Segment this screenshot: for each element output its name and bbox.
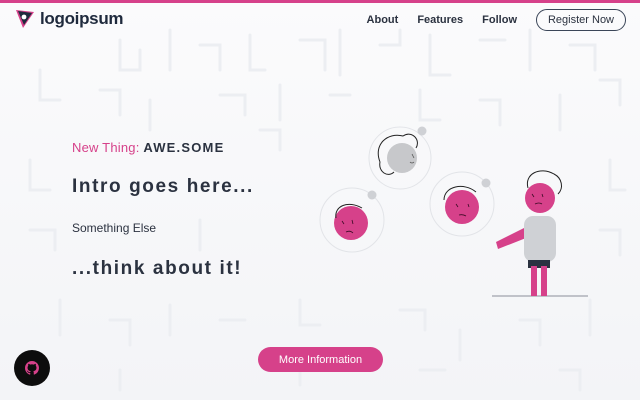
- nav-link-follow[interactable]: Follow: [482, 14, 517, 26]
- hero-illustration: [319, 126, 588, 297]
- main-nav: About Features Follow Register Now: [367, 9, 626, 31]
- logo-text: logoipsum: [40, 9, 124, 28]
- github-button[interactable]: [14, 350, 50, 386]
- hero-intro-heading: Intro goes here...: [72, 176, 254, 197]
- site-header: logoipsum About Features Follow Register…: [0, 6, 640, 36]
- github-icon: [25, 361, 39, 375]
- landing-page: logoipsum About Features Follow Register…: [0, 0, 640, 400]
- hero-kicker-prefix: New Thing:: [72, 140, 140, 155]
- person-figure: [496, 170, 562, 296]
- pink-face-right-bubble: [429, 171, 495, 237]
- logo-mark-icon: [16, 10, 34, 28]
- hero-kicker: New Thing: AWE.SOME: [72, 140, 224, 155]
- grey-face-bubble: [368, 126, 432, 190]
- nav-link-features[interactable]: Features: [417, 14, 463, 26]
- pink-face-left-bubble: [319, 187, 385, 253]
- register-now-button[interactable]: Register Now: [536, 9, 626, 31]
- hero-tagline: ...think about it!: [72, 258, 243, 279]
- nav-link-about[interactable]: About: [367, 14, 399, 26]
- more-information-button[interactable]: More Information: [258, 347, 383, 372]
- hero-kicker-emphasis: AWE.SOME: [143, 140, 225, 155]
- top-accent-bar: [0, 0, 640, 3]
- logo[interactable]: logoipsum: [14, 8, 124, 30]
- hero-subtext: Something Else: [72, 221, 157, 235]
